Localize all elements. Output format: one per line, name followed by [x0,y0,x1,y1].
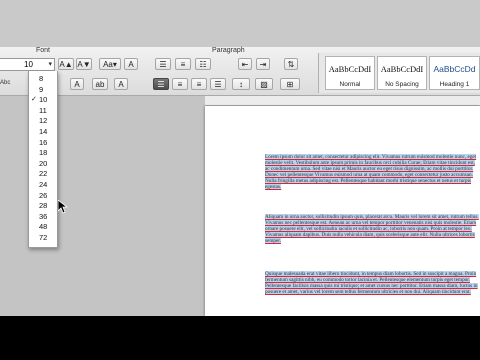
checkmark-icon: ✓ [31,96,37,104]
font-size-option-label: 36 [39,211,48,221]
font-size-option[interactable]: ✓ 10 [29,95,57,106]
font-size-option[interactable]: 36 [29,212,57,223]
horizontal-ruler[interactable] [205,96,480,106]
chevron-down-icon: ▾ [48,61,52,68]
font-color-button[interactable]: A [114,78,128,90]
font-size-option[interactable]: 14 [29,127,57,138]
font-size-option-label: 12 [39,116,48,126]
clear-formatting-button[interactable]: A [124,58,138,70]
font-size-option-label: 20 [39,158,48,168]
style-name: Heading 1 [439,81,470,88]
bullets-button[interactable]: ☰ [155,58,171,70]
style-sample: AaBbCcDdI [380,64,424,74]
font-size-option-label: 18 [39,148,48,158]
font-size-option[interactable]: 24 [29,180,57,191]
change-case-button[interactable]: Aa▾ [99,58,121,70]
font-size-option[interactable]: 72 [29,233,57,244]
document-paragraph[interactable]: Quisque malesuada erat vitae libero tinc… [265,271,480,296]
font-size-box[interactable]: 10 ▾ [0,58,55,71]
font-size-option-label: 8 [39,74,44,83]
font-size-option-label: 22 [39,169,48,179]
document-paragraph[interactable]: Aliquam in urna auctor, sollicitudin ips… [265,214,480,245]
text-effects-label: Abc [0,80,11,86]
font-size-option-label: 72 [39,233,48,242]
borders-button[interactable]: ⊞ [280,78,300,90]
numbering-button[interactable]: ≡ [175,58,191,70]
font-size-option[interactable]: 28 [29,201,57,212]
font-size-option[interactable]: 9 [29,85,57,96]
font-group-label: Font [36,47,51,54]
style-sample: AaBbCcDdI [328,64,372,74]
highlight-button[interactable]: ab [92,78,108,90]
font-size-option-label: 16 [39,137,48,147]
line-spacing-button[interactable]: ↕ [232,78,250,90]
style-sample: AaBbCcDd [433,64,476,74]
font-size-option[interactable]: 48 [29,222,57,233]
justify-button[interactable]: ☰ [210,78,226,90]
font-size-option[interactable]: 18 [29,148,57,159]
font-size-option-label: 10 [39,95,48,105]
font-size-option[interactable]: 12 [29,116,57,127]
font-size-option[interactable]: 26 [29,191,57,202]
selected-text: Aliquam in urna auctor, sollicitudin ips… [265,214,479,245]
paragraph-group-label: Paragraph [212,47,245,54]
grow-font-button[interactable]: A▲ [58,58,74,70]
align-right-button[interactable]: ≡ [191,78,207,90]
selected-text: Quisque malesuada erat vitae libero tinc… [265,271,478,296]
align-center-button[interactable]: ≡ [172,78,188,90]
style-normal[interactable]: AaBbCcDdI Normal [325,56,375,90]
font-size-option[interactable]: 22 [29,169,57,180]
font-size-option-label: 48 [39,222,48,232]
word-window: Font Paragraph 10 ▾ A▲ A▼ Aa▾ A ☰ ≡ ☷ ⇤ … [0,0,480,360]
style-name: No Spacing [385,81,419,88]
font-size-option[interactable]: 20 [29,159,57,170]
font-size-option[interactable]: 8 [29,74,57,85]
shading-button[interactable]: ▨ [255,78,273,90]
document-page[interactable]: Lorem ipsum dolor sit amet, consectetur … [205,106,480,316]
style-name: Normal [339,81,361,88]
increase-indent-button[interactable]: ⇥ [256,58,270,70]
multilevel-list-button[interactable]: ☷ [195,58,211,70]
font-size-option-label: 26 [39,190,48,200]
font-size-option[interactable]: 11 [29,106,57,117]
font-size-option-label: 14 [39,127,48,136]
font-size-dropdown: 8 9 ✓ 10 11 12 14 16 18 20 22 24 26 28 36 48 72 [28,71,58,248]
decrease-indent-button[interactable]: ⇤ [238,58,252,70]
selected-text: Lorem ipsum dolor sit amet, consectetur … [265,154,477,191]
shrink-font-button[interactable]: A▼ [76,58,92,70]
font-size-option-label: 24 [39,180,48,189]
font-size-option-label: 11 [39,105,47,115]
sort-button[interactable]: ⇅ [284,58,298,70]
letterbox-bar [0,316,480,360]
align-left-button[interactable]: ☰ [153,78,169,90]
style-heading-1[interactable]: AaBbCcDd Heading 1 [429,56,480,90]
document-paragraph[interactable]: Lorem ipsum dolor sit amet, consectetur … [265,154,480,191]
style-no-spacing[interactable]: AaBbCcDdI No Spacing [377,56,427,90]
font-size-option-label: 9 [39,84,44,94]
font-size-option[interactable]: 16 [29,138,57,149]
font-size-option-label: 28 [39,201,48,211]
text-effects-button[interactable]: A [70,78,84,90]
